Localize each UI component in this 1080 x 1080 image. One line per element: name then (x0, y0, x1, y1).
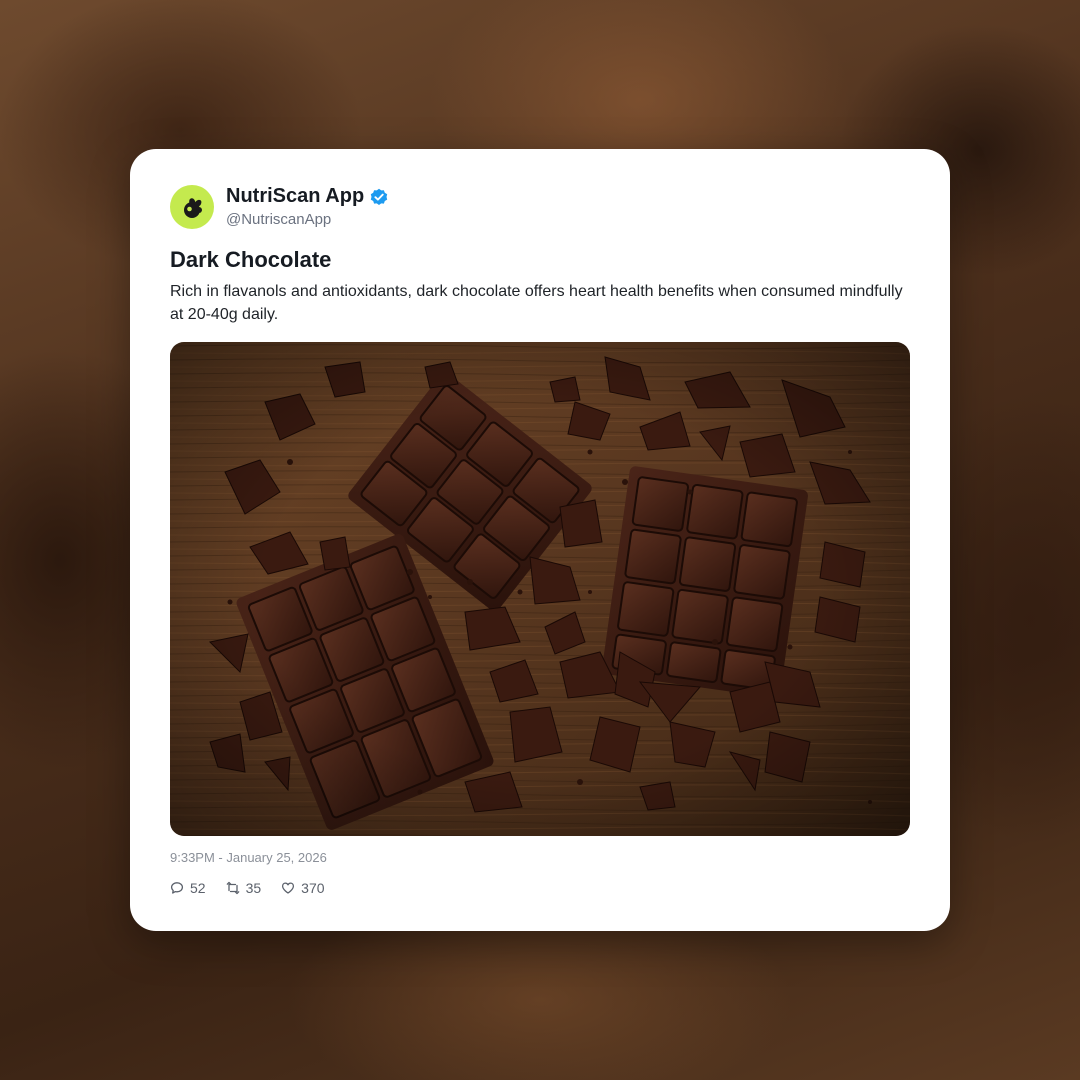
repost-icon (226, 881, 239, 895)
post-body: Rich in flavanols and antioxidants, dark… (170, 283, 903, 323)
post-image-chocolate[interactable] (170, 342, 910, 836)
repost-button[interactable]: 35 (226, 880, 262, 896)
post-card: NutriScan App @NutriscanApp Dark Chocola… (130, 149, 950, 931)
comment-icon (170, 882, 184, 894)
leaf-logo-icon (184, 198, 202, 218)
chocolate-photo (170, 342, 910, 836)
repost-count: 35 (245, 880, 262, 896)
reply-button[interactable]: 52 (170, 880, 206, 896)
post-title: Dark Chocolate (170, 247, 332, 272)
like-button[interactable]: 370 (281, 880, 325, 896)
like-count: 370 (301, 880, 325, 896)
engagement-bar: 52 35 370 (170, 880, 325, 896)
reply-count: 52 (190, 880, 206, 896)
account-display-name[interactable]: NutriScan App (226, 185, 364, 208)
verified-badge-icon (370, 188, 388, 205)
account-handle[interactable]: @NutriscanApp (226, 211, 331, 228)
account-name-row: NutriScan App (226, 185, 388, 208)
account-avatar[interactable] (170, 185, 214, 229)
heart-icon (282, 882, 295, 894)
post-timestamp[interactable]: 9:33PM - January 25, 2026 (170, 850, 327, 865)
